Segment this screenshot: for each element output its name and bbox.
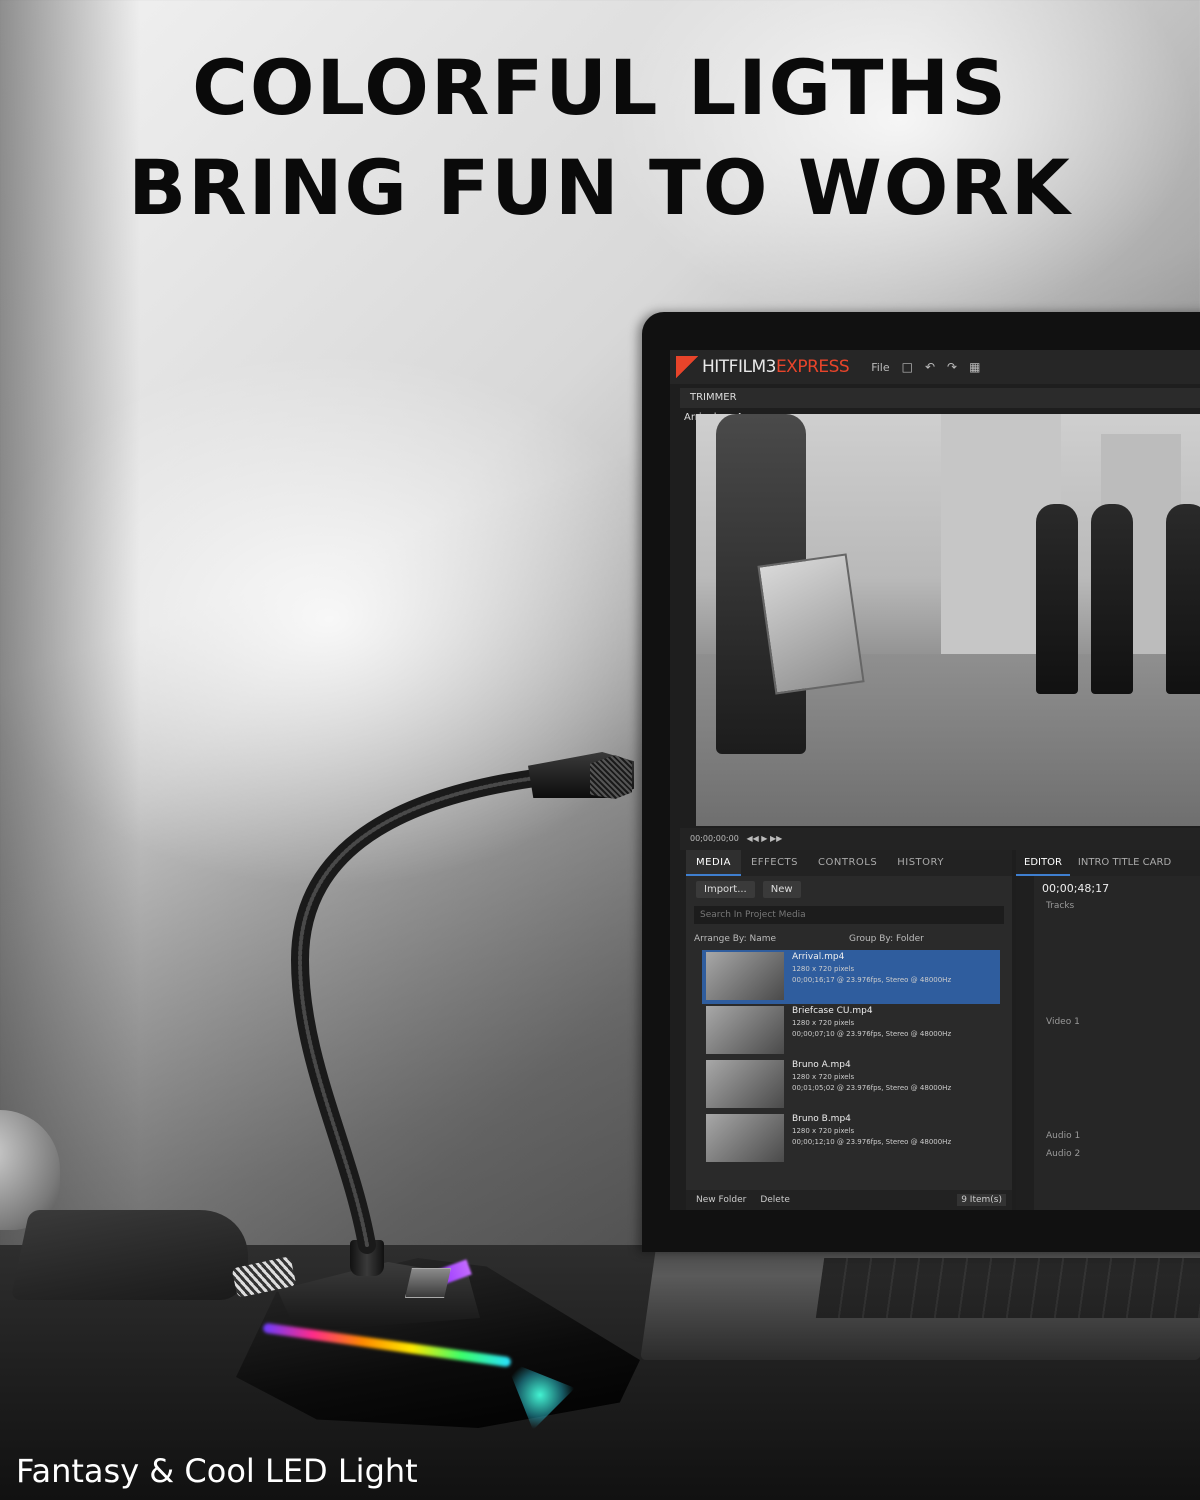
- headline-line-2: BRING FUN TO WORK: [128, 143, 1072, 232]
- person: [1036, 504, 1078, 694]
- mic-mute-button[interactable]: [405, 1268, 451, 1298]
- transport-controls-icon[interactable]: ◀◀ ▶ ▶▶: [741, 834, 782, 843]
- undo-icon[interactable]: ↶: [925, 360, 935, 374]
- media-name: Bruno B.mp4: [792, 1114, 851, 1124]
- arrange-by-select[interactable]: Arrange By: Name: [694, 934, 849, 944]
- media-toolbar: Import... New: [686, 876, 1012, 902]
- transport-timecode: 00;00;00;00: [690, 834, 739, 843]
- app-titlebar: HITFILM3EXPRESS File □ ↶ ↷ ▦: [670, 350, 1200, 384]
- person: [1091, 504, 1133, 694]
- media-info: 00;00;12;10 @ 23.976fps, Stereo @ 48000H…: [792, 1138, 952, 1146]
- grid-icon[interactable]: ▦: [969, 360, 980, 374]
- laptop-keyboard: [815, 1258, 1200, 1318]
- caption: Fantasy & Cool LED Light: [16, 1452, 418, 1490]
- media-info: 00;00;07;10 @ 23.976fps, Stereo @ 48000H…: [792, 1030, 952, 1038]
- editor-tools: [1016, 876, 1034, 1210]
- media-name: Arrival.mp4: [792, 952, 845, 962]
- media-resolution: 1280 x 720 pixels: [792, 1073, 855, 1081]
- audio-track-label: Audio 2: [1046, 1149, 1081, 1159]
- tab-editor[interactable]: EDITOR: [1016, 850, 1070, 876]
- headline: COLORFUL LIGTHS BRING FUN TO WORK: [0, 38, 1200, 238]
- thumbnail: [706, 1006, 784, 1054]
- editor-panel: EDITOR INTRO TITLE CARD 00;00;48;17 Trac…: [1016, 850, 1200, 1210]
- media-name: Briefcase CU.mp4: [792, 1006, 873, 1016]
- microphone-collar: [350, 1240, 384, 1276]
- video-viewer: [696, 414, 1200, 826]
- media-panel: MEDIA EFFECTS CONTROLS HISTORY Import...…: [686, 850, 1012, 1210]
- headline-line-1: COLORFUL LIGTHS: [192, 43, 1008, 132]
- new-folder-button[interactable]: New Folder: [696, 1195, 746, 1205]
- arrange-row: Arrange By: Name Group By: Folder: [686, 928, 1012, 950]
- tracks-label: Tracks: [1046, 901, 1075, 911]
- hitfilm-logo-icon: [676, 356, 698, 378]
- item-count: 9 Item(s): [957, 1194, 1006, 1206]
- thumbnail: [706, 1060, 784, 1108]
- redo-icon[interactable]: ↷: [947, 360, 957, 374]
- media-tabs: MEDIA EFFECTS CONTROLS HISTORY: [686, 850, 1012, 876]
- media-footer: New Folder Delete 9 Item(s): [686, 1190, 1012, 1210]
- tab-intro-title-card[interactable]: INTRO TITLE CARD: [1070, 850, 1179, 876]
- briefcase: [757, 553, 865, 695]
- tab-trimmer[interactable]: TRIMMER: [680, 388, 1200, 408]
- menu-file[interactable]: File: [871, 361, 889, 374]
- audio-track-label: Audio 1: [1046, 1131, 1081, 1141]
- group-by-select[interactable]: Group By: Folder: [849, 934, 1004, 944]
- desk-cables: [10, 1210, 260, 1300]
- editor-timecode: 00;00;48;17: [1042, 882, 1110, 895]
- media-info: 00;00;16;17 @ 23.976fps, Stereo @ 48000H…: [792, 976, 952, 984]
- import-button[interactable]: Import...: [696, 880, 755, 898]
- media-item[interactable]: Bruno A.mp4 1280 x 720 pixels 00;01;05;0…: [702, 1058, 1000, 1112]
- editor-tabs: EDITOR INTRO TITLE CARD: [1016, 850, 1200, 876]
- save-icon[interactable]: □: [902, 360, 913, 374]
- media-info: 00;01;05;02 @ 23.976fps, Stereo @ 48000H…: [792, 1084, 952, 1092]
- media-item[interactable]: Arrival.mp4 1280 x 720 pixels 00;00;16;1…: [702, 950, 1000, 1004]
- transport-bar: 00;00;00;00 ◀◀ ▶ ▶▶: [680, 828, 1200, 850]
- media-item[interactable]: Briefcase CU.mp4 1280 x 720 pixels 00;00…: [702, 1004, 1000, 1058]
- delete-button[interactable]: Delete: [760, 1195, 790, 1205]
- media-search-input[interactable]: Search In Project Media: [694, 906, 1004, 924]
- new-button[interactable]: New: [762, 880, 801, 898]
- tab-controls[interactable]: CONTROLS: [808, 850, 887, 876]
- media-resolution: 1280 x 720 pixels: [792, 1019, 855, 1027]
- media-item[interactable]: Bruno B.mp4 1280 x 720 pixels 00;00;12;1…: [702, 1112, 1000, 1166]
- app-name: HITFILM3EXPRESS: [702, 357, 850, 377]
- media-resolution: 1280 x 720 pixels: [792, 965, 855, 973]
- person: [1166, 504, 1200, 694]
- tab-effects[interactable]: EFFECTS: [741, 850, 808, 876]
- tab-history[interactable]: HISTORY: [887, 850, 954, 876]
- laptop-screen: HITFILM3EXPRESS File □ ↶ ↷ ▦ TRIMMER Arr…: [670, 350, 1200, 1210]
- video-track-label: Video 1: [1046, 1017, 1080, 1027]
- thumbnail: [706, 952, 784, 1000]
- media-name: Bruno A.mp4: [792, 1060, 851, 1070]
- thumbnail: [706, 1114, 784, 1162]
- tab-media[interactable]: MEDIA: [686, 850, 741, 876]
- media-resolution: 1280 x 720 pixels: [792, 1127, 855, 1135]
